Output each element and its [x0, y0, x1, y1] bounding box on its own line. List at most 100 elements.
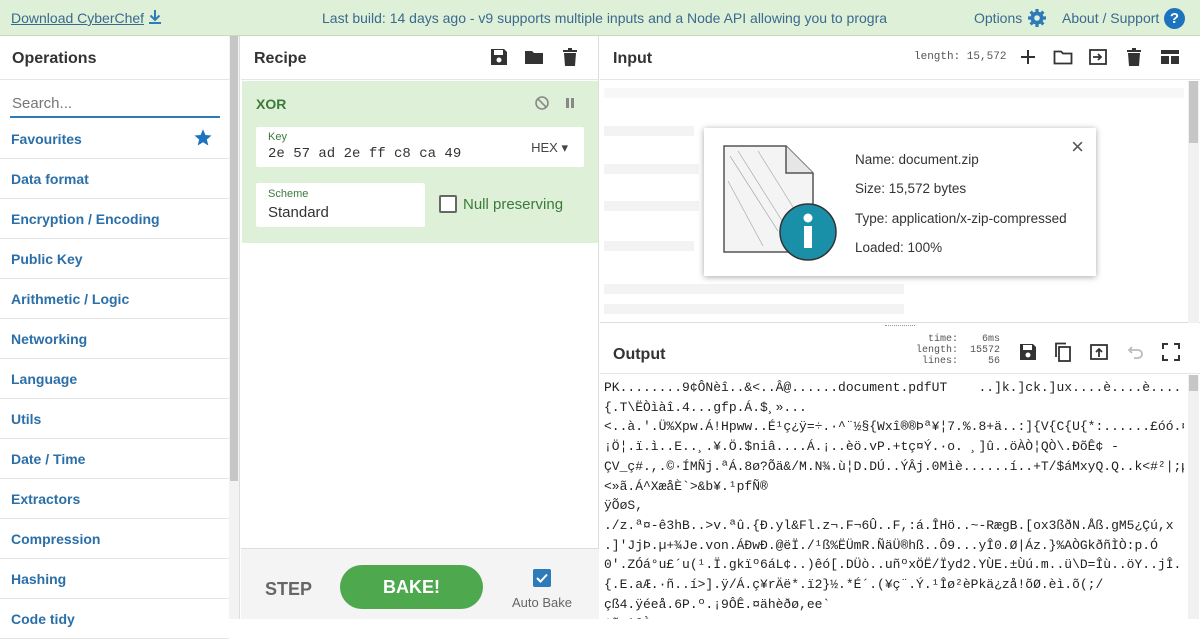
category-data-format[interactable]: Data format [0, 159, 229, 199]
folder-icon[interactable] [524, 47, 544, 67]
file-name: Name: document.zip [855, 152, 979, 167]
options-link[interactable]: Options [974, 10, 1022, 26]
save-icon[interactable] [489, 47, 509, 67]
maximize-icon[interactable] [1161, 342, 1181, 362]
scrollbar-thumb[interactable] [230, 36, 238, 481]
open-file-icon[interactable] [1088, 47, 1108, 67]
auto-bake-checkbox[interactable] [533, 569, 551, 587]
recipe-panel: Recipe XOR Key 2e 57 ad 2e ff c8 ca 49 H… [241, 36, 599, 619]
stat-value: 6ms [981, 334, 1000, 345]
disable-icon[interactable] [534, 95, 550, 111]
input-text-line [604, 126, 694, 136]
xor-operation[interactable]: XOR Key 2e 57 ad 2e ff c8 ca 49 HEX ▾ Sc… [242, 81, 598, 243]
step-button[interactable]: STEP [265, 579, 312, 600]
input-scrollbar[interactable] [1188, 81, 1199, 323]
category-arithmetic-logic[interactable]: Arithmetic / Logic [0, 279, 229, 319]
stat-row: length: 15572 [900, 345, 1000, 356]
output-line: {.T\ËÒìàî.4...gfp.Á.$¸»... [604, 399, 807, 415]
key-label: Key [268, 131, 287, 143]
category-label: Arithmetic / Logic [11, 291, 130, 307]
open-folder-icon[interactable] [1053, 47, 1073, 67]
output-line: ¡Ö¦.ï.ì..E..¸.¥.Ö.$niâ....Á.¡..èö.vP.+tç… [604, 439, 1119, 455]
category-label: Hashing [11, 571, 67, 587]
category-language[interactable]: Language [0, 359, 229, 399]
output-line: çß4.ÿéeå.6P.º.¡9ÔÊ.¤ähèðø,ee` [604, 596, 831, 612]
category-date-time[interactable]: Date / Time [0, 439, 229, 479]
category-label: Language [11, 371, 78, 387]
output-scrollbar[interactable] [1188, 375, 1199, 619]
key-field[interactable]: Key 2e 57 ad 2e ff c8 ca 49 HEX ▾ [256, 127, 584, 167]
trash-icon[interactable] [1124, 47, 1144, 67]
key-format-dropdown[interactable]: HEX ▾ [531, 140, 568, 156]
input-text-line [604, 241, 694, 251]
operations-scrollbar[interactable] [229, 36, 239, 619]
output-line: ¢ã.¹³Ò.. [604, 614, 1184, 619]
category-compression[interactable]: Compression [0, 519, 229, 559]
category-label: Date / Time [11, 451, 86, 467]
key-format-label: HEX [531, 140, 558, 155]
plus-icon[interactable] [1018, 47, 1038, 67]
replace-input-icon[interactable] [1089, 342, 1109, 362]
recipe-title: Recipe [241, 36, 598, 80]
stat-row: time: 6ms [900, 334, 1000, 345]
output-line: 0'.ZÓá°u£´u(¹.Ϊ.gkïº6áL¢..)êó[.DÜò..uñºx… [604, 557, 1182, 573]
star-icon [194, 129, 212, 146]
output-stats: time: 6ms length: 15572 lines: 56 [900, 334, 1000, 367]
category-favourites[interactable]: Favourites [0, 119, 229, 159]
stat-value: 15572 [969, 345, 1000, 356]
null-preserving-checkbox[interactable] [439, 195, 457, 213]
category-label: Utils [11, 411, 42, 427]
category-label: Public Key [11, 251, 83, 267]
help-icon[interactable]: ? [1164, 8, 1185, 29]
category-hashing[interactable]: Hashing [0, 559, 229, 599]
output-line: ./z.ª¤-ê3hB..>v.ªû.{Ð.yl&Fl.z¬.F¬6Û..F,:… [604, 517, 1174, 533]
category-encryption-encoding[interactable]: Encryption / Encoding [0, 199, 229, 239]
operations-search-input[interactable] [10, 90, 220, 118]
output-line: <»ã.Á^XæåÈ`>&b¥.¹pfÑ® [604, 478, 768, 494]
key-value[interactable]: 2e 57 ad 2e ff c8 ca 49 [268, 146, 461, 162]
close-icon[interactable]: × [1071, 134, 1084, 160]
save-icon[interactable] [1018, 342, 1038, 362]
gear-icon[interactable] [1027, 8, 1047, 28]
trash-icon[interactable] [560, 47, 580, 67]
download-icon[interactable] [147, 9, 163, 25]
output-line: {.E.aÆ.·ñ..í>].ÿ/Á.ç¥rÄë*.ï2}½.*É´.(¥ç¨.… [604, 577, 1104, 593]
download-link[interactable]: Download CyberChef [11, 10, 144, 26]
output-text[interactable]: PK........9¢ÔNèî..&<..Â@......document.p… [604, 378, 1184, 619]
build-notice[interactable]: Last build: 14 days ago - v9 supports mu… [322, 10, 888, 26]
input-length: length: 15,572 [914, 51, 1007, 63]
auto-bake-label[interactable]: Auto Bake [512, 595, 572, 610]
file-size: Size: 15,572 bytes [855, 181, 967, 196]
output-line: .]'JjÞ.µ+¾Je.von.ÁÐwÐ.@ëÏ./¹ß%ËÜmR.ÑäÜ®h… [604, 537, 1158, 553]
category-label: Favourites [11, 131, 82, 147]
tile-layout-icon[interactable] [1160, 47, 1180, 67]
category-utils[interactable]: Utils [0, 399, 229, 439]
pause-icon[interactable] [562, 95, 578, 111]
stat-value: 56 [987, 356, 1000, 367]
input-text-line [604, 164, 699, 174]
input-panel: Input length: 15,572 × Name: document.zi… [600, 36, 1200, 323]
output-title-label: Output [613, 346, 666, 363]
null-preserving-label[interactable]: Null preserving [463, 196, 563, 213]
input-text-line [604, 201, 699, 211]
undo-icon[interactable] [1125, 342, 1145, 362]
scrollbar-thumb[interactable] [1189, 375, 1198, 391]
file-details-card: × Name: document.zip Size: 15,572 bytes … [704, 128, 1096, 276]
scheme-select[interactable]: Scheme Standard [256, 183, 425, 227]
bake-button[interactable]: BAKE! [340, 565, 483, 609]
input-title: Input [600, 36, 1200, 80]
output-line: ÿÕøS, [604, 498, 644, 514]
category-label: Encryption / Encoding [11, 211, 160, 227]
category-public-key[interactable]: Public Key [0, 239, 229, 279]
category-networking[interactable]: Networking [0, 319, 229, 359]
category-extractors[interactable]: Extractors [0, 479, 229, 519]
output-panel: Output time: 6ms length: 15572 lines: 56 PK… [600, 328, 1200, 619]
output-line: PK........9¢ÔNèî..&<..Â@......document.p… [604, 380, 1182, 395]
copy-icon[interactable] [1053, 342, 1073, 362]
about-support-link[interactable]: About / Support [1062, 10, 1159, 26]
operations-panel: Operations Favourites Data format Encryp… [0, 36, 240, 639]
category-code-tidy[interactable]: Code tidy [0, 599, 229, 639]
scrollbar-thumb[interactable] [1189, 81, 1198, 143]
operations-category-list: Favourites Data format Encryption / Enco… [0, 119, 229, 639]
input-text-line [604, 284, 904, 294]
